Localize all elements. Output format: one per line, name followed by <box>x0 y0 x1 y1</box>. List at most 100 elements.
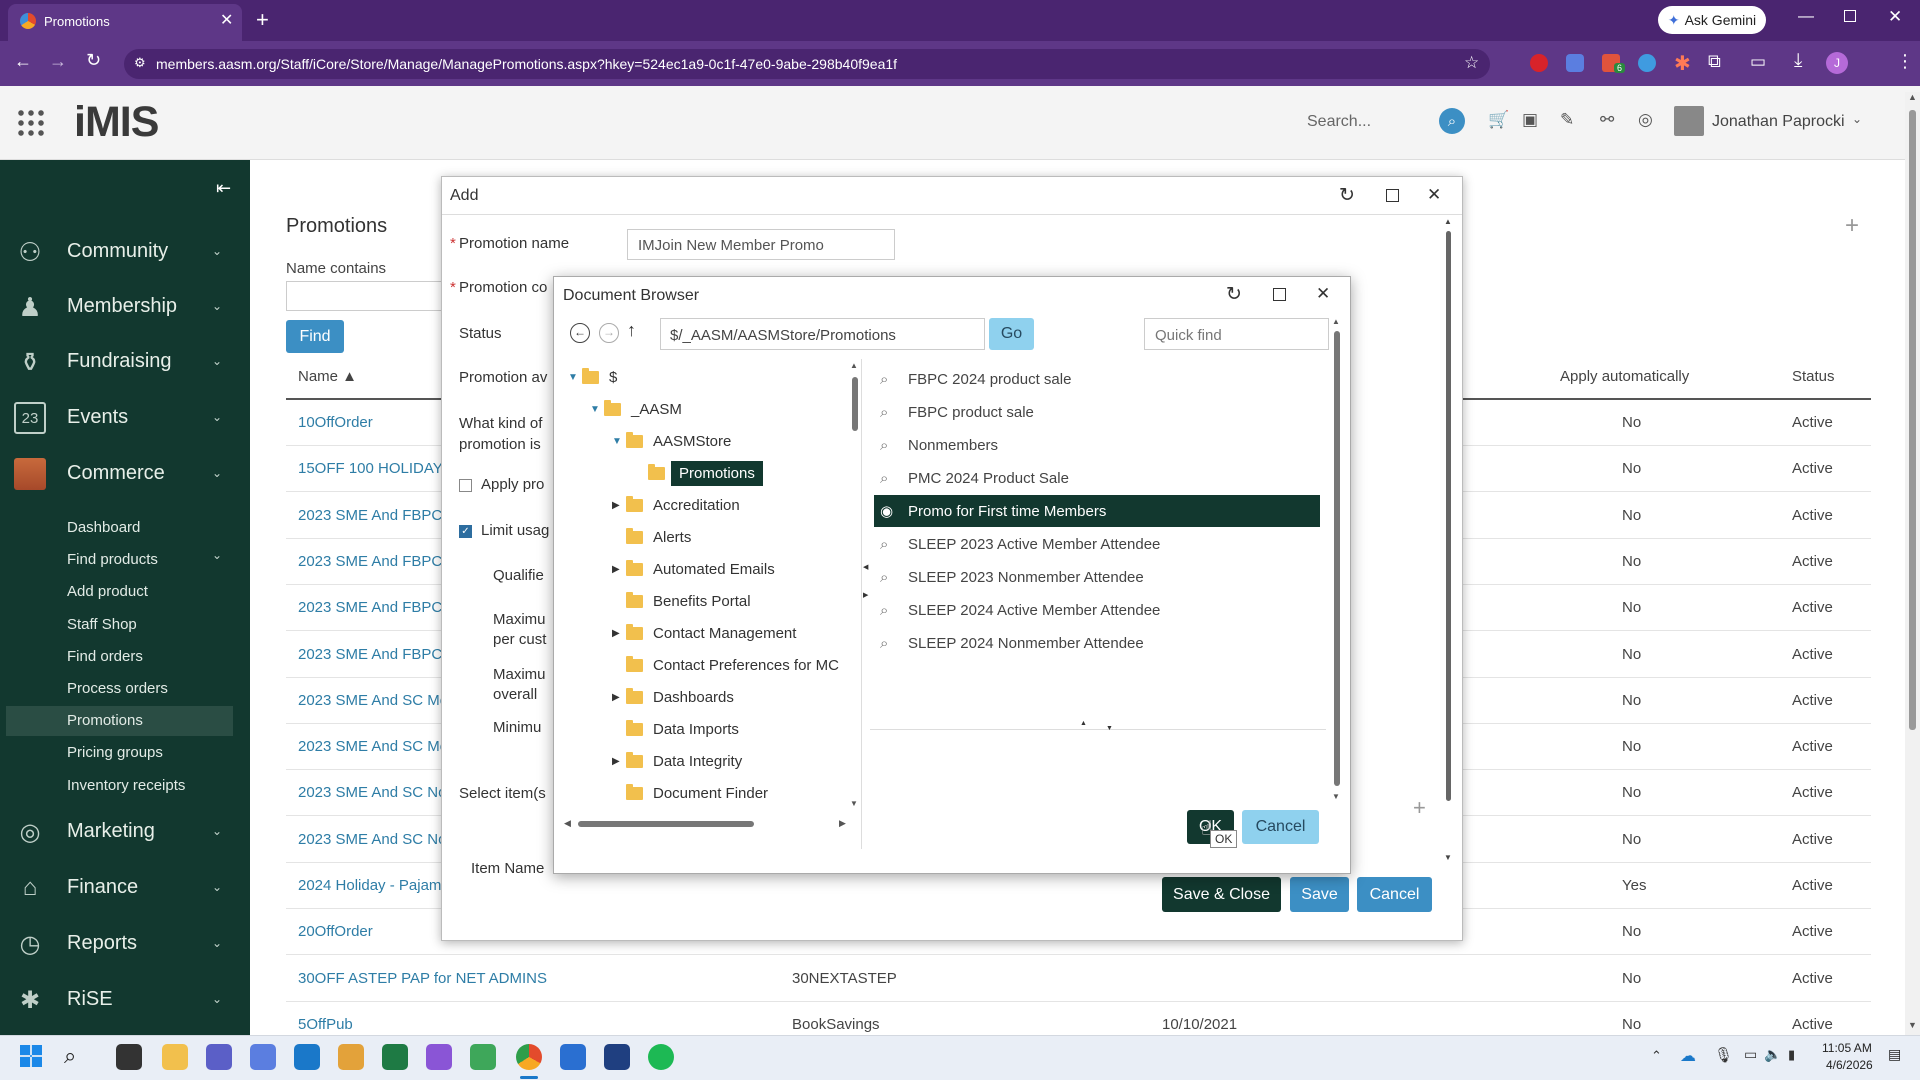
notepad-icon[interactable] <box>470 1044 496 1070</box>
onedrive-icon[interactable]: ☁ <box>1680 1046 1696 1066</box>
pane-splitter-left-icon[interactable]: ◀ <box>863 563 868 571</box>
tree-node[interactable]: ▶ Dashboards <box>612 684 734 710</box>
file-explorer-icon[interactable] <box>116 1044 142 1070</box>
document-list-item[interactable]: ⌕ SLEEP 2024 Nonmember Attendee <box>874 627 1320 659</box>
tree-collapsed-icon[interactable]: ▶ <box>612 756 626 767</box>
reload-icon[interactable]: ↻ <box>86 50 101 71</box>
user-menu-chevron-icon[interactable]: ⌄ <box>1852 112 1862 126</box>
tab-search-icon[interactable]: ▭ <box>1750 52 1766 72</box>
notification-icon[interactable]: ▤ <box>1888 1046 1901 1063</box>
doc-scroll-down-icon[interactable]: ▼ <box>1332 792 1340 801</box>
apply-automatically-checkbox[interactable] <box>459 479 472 492</box>
teams-icon[interactable] <box>206 1044 232 1070</box>
quick-find-input[interactable]: Quick find <box>1144 318 1329 350</box>
cancel-button[interactable]: Cancel <box>1357 877 1432 912</box>
doc-dialog-reload-icon[interactable]: ↻ <box>1226 283 1242 306</box>
doc-cancel-button[interactable]: Cancel <box>1242 810 1319 844</box>
go-button[interactable]: Go <box>989 318 1034 350</box>
user-name[interactable]: Jonathan Paprocki <box>1712 113 1845 131</box>
tree-collapsed-icon[interactable]: ▶ <box>612 692 626 703</box>
extension-red-icon[interactable] <box>1530 54 1548 72</box>
nav-up-icon[interactable]: ↑ <box>627 320 636 341</box>
document-list-item[interactable]: ⌕ SLEEP 2023 Nonmember Attendee <box>874 561 1320 593</box>
tree-scroll-right-icon[interactable]: ▶ <box>839 818 846 829</box>
tree-expanded-icon[interactable]: ▼ <box>568 372 582 383</box>
search-icon[interactable]: ⌕ <box>1439 108 1465 134</box>
page-scroll-thumb[interactable] <box>1909 110 1916 730</box>
tree-node[interactable]: Benefits Portal <box>612 588 751 614</box>
doc-vertical-scrollbar[interactable]: ▲ ▼ <box>1331 317 1343 807</box>
profile-avatar[interactable]: J <box>1826 52 1848 74</box>
page-scrollbar[interactable]: ▲ ▼ <box>1905 92 1920 1035</box>
download-icon[interactable]: ⤓ <box>1794 50 1802 72</box>
battery-icon[interactable]: ▮ <box>1788 1047 1795 1063</box>
taskbar-search-icon[interactable]: ⌕ <box>64 1043 76 1069</box>
limit-usage-checkbox[interactable]: ✓ <box>459 525 472 538</box>
nx-icon[interactable] <box>604 1044 630 1070</box>
imis-logo[interactable]: iMIS <box>74 98 159 147</box>
visual-studio-icon[interactable] <box>426 1044 452 1070</box>
save-and-close-button[interactable]: Save & Close <box>1162 877 1281 912</box>
chrome-icon[interactable] <box>516 1044 542 1070</box>
link-icon[interactable]: ⚯ <box>1600 110 1614 130</box>
add-dialog-maximize-icon[interactable] <box>1386 189 1399 202</box>
extension-asterisk-icon[interactable]: ✱ <box>1674 51 1691 76</box>
page-scroll-up-icon[interactable]: ▲ <box>1908 92 1917 102</box>
nav-forward-icon[interactable]: → <box>599 323 619 343</box>
tree-collapsed-icon[interactable]: ▶ <box>612 564 626 575</box>
taskbar-date[interactable]: 4/6/2026 <box>1826 1058 1873 1072</box>
cart-icon[interactable]: 🛒 <box>1488 110 1509 130</box>
ask-gemini-button[interactable]: ✦ Ask Gemini <box>1658 6 1766 34</box>
snip-tool-icon[interactable] <box>250 1044 276 1070</box>
tree-node[interactable]: ▶ Contact Management <box>612 620 796 646</box>
tree-node[interactable]: Alerts <box>612 524 691 550</box>
tree-node[interactable]: ▼ AASMStore <box>612 428 731 454</box>
microphone-icon[interactable]: 🎙 <box>1714 1046 1733 1064</box>
path-input[interactable]: $/_AASM/AASMStore/Promotions <box>660 318 985 350</box>
browser-menu-icon[interactable]: ⋮ <box>1896 51 1914 72</box>
document-list-item[interactable]: ⌕ Nonmembers <box>874 429 1320 461</box>
restore-window-icon[interactable] <box>1844 10 1856 22</box>
pane-splitter-right-icon[interactable]: ▶ <box>863 591 868 599</box>
add-dialog-reload-icon[interactable]: ↻ <box>1339 184 1355 207</box>
spotify-icon[interactable] <box>648 1044 674 1070</box>
add-dialog-scroll-thumb[interactable] <box>1446 231 1451 801</box>
support-icon[interactable]: ◎ <box>1638 110 1653 130</box>
edit-icon[interactable]: ✎ <box>1560 110 1574 130</box>
doc-dialog-maximize-icon[interactable] <box>1273 288 1286 301</box>
user-avatar[interactable] <box>1674 106 1704 136</box>
tray-chevron-icon[interactable]: ⌃ <box>1651 1048 1662 1064</box>
tree-node[interactable]: Data Imports <box>612 716 739 742</box>
tree-node[interactable]: Promotions <box>634 460 763 486</box>
store-icon[interactable] <box>560 1044 586 1070</box>
tree-vertical-scrollbar[interactable]: ▲ ▼ <box>849 361 861 811</box>
add-dialog-scroll-up-icon[interactable]: ▲ <box>1444 217 1452 226</box>
tree-node[interactable]: ▶ Data Integrity <box>612 748 742 774</box>
pinned-app-icon[interactable] <box>338 1044 364 1070</box>
address-bar[interactable]: ⚙ members.aasm.org/Staff/iCore/Store/Man… <box>124 49 1490 79</box>
tree-node[interactable]: ▶ Accreditation <box>612 492 740 518</box>
tree-hscroll-thumb[interactable] <box>578 821 754 827</box>
tab-close-icon[interactable]: ✕ <box>220 10 233 30</box>
promotion-name-input[interactable]: IMJoin New Member Promo <box>627 229 895 260</box>
global-search-input[interactable]: Search... <box>1307 113 1371 131</box>
global-search[interactable]: Search... ⌕ <box>1297 104 1467 138</box>
tree-collapsed-icon[interactable]: ▶ <box>612 500 626 511</box>
tree-horizontal-scrollbar[interactable]: ◀ ▶ <box>562 818 852 830</box>
document-list-item[interactable]: ◉ Promo for First time Members <box>874 495 1320 527</box>
pane-splitter-down-icon[interactable]: ▼ <box>1106 725 1113 732</box>
minimize-window-icon[interactable]: — <box>1798 8 1814 26</box>
tree-collapsed-icon[interactable]: ▶ <box>612 628 626 639</box>
tree-scroll-left-icon[interactable]: ◀ <box>564 818 571 829</box>
outlook-icon[interactable] <box>294 1044 320 1070</box>
forward-icon[interactable]: → <box>49 51 67 72</box>
extensions-puzzle-icon[interactable]: ⧉ <box>1708 51 1721 72</box>
back-icon[interactable]: ← <box>14 51 32 72</box>
document-list-item[interactable]: ⌕ SLEEP 2023 Active Member Attendee <box>874 528 1320 560</box>
new-tab-icon[interactable]: + <box>256 7 269 33</box>
add-dialog-scroll-down-icon[interactable]: ▼ <box>1444 853 1452 862</box>
browser-tab[interactable]: Promotions ✕ <box>8 4 242 41</box>
app-launcher-icon[interactable] <box>16 108 46 138</box>
doc-scroll-thumb[interactable] <box>1334 331 1340 786</box>
taskbar-time[interactable]: 11:05 AM <box>1822 1041 1872 1055</box>
